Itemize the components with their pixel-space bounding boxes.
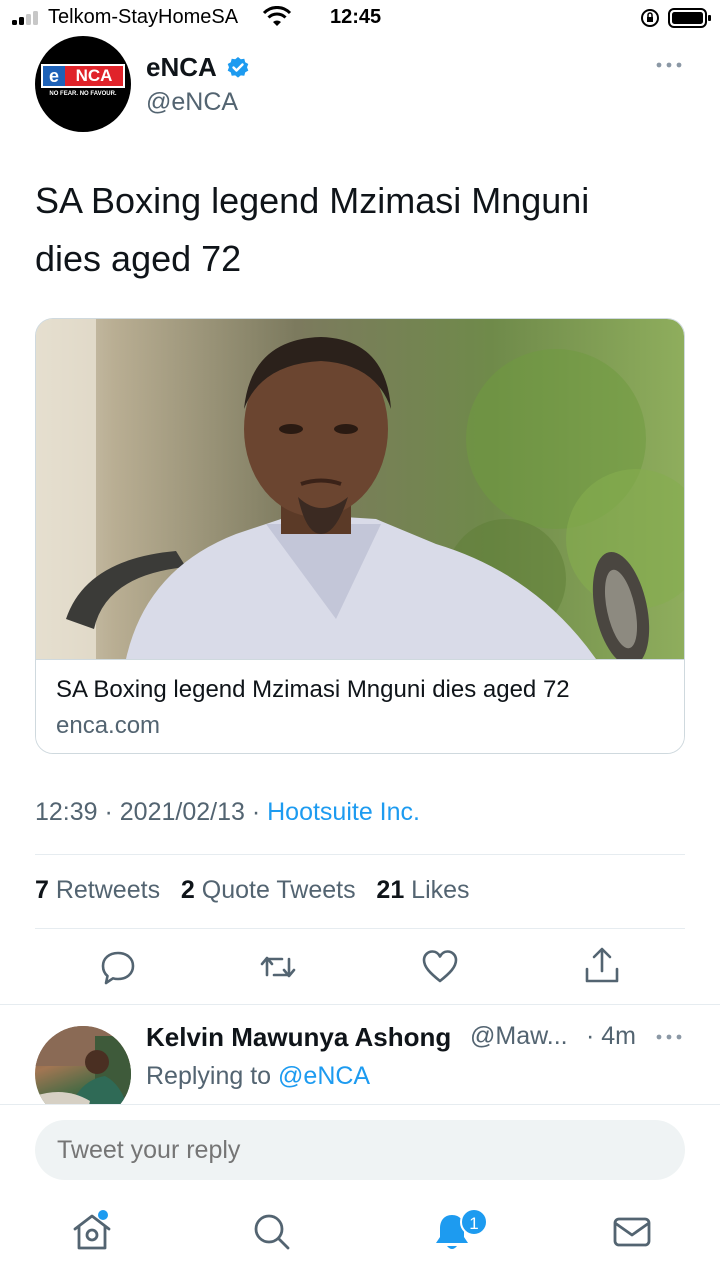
messages-tab-icon[interactable] (610, 1210, 654, 1254)
status-bar: Telkom-StayHomeSA 12:45 (0, 0, 720, 36)
tweet-text-line: dies aged 72 (35, 238, 242, 279)
tweet-source-link[interactable]: Hootsuite Inc. (267, 798, 420, 826)
divider (35, 928, 685, 929)
portrait-photo (36, 319, 684, 666)
retweet-icon[interactable] (258, 945, 298, 989)
wifi-icon (262, 6, 292, 26)
more-options-icon[interactable] (654, 58, 684, 72)
divider (0, 1004, 720, 1005)
engagement-stats: 7 Retweets 2 Quote Tweets 21 Likes (35, 876, 470, 905)
reply-more-options-icon[interactable] (654, 1030, 684, 1044)
battery-icon (668, 8, 711, 28)
tweet-timestamp-line: 12:39 · 2021/02/13 · Hootsuite Inc. (35, 798, 420, 827)
tweet-date: 2021/02/13 (119, 798, 245, 826)
author-display-name[interactable]: eNCA (146, 52, 217, 83)
enca-logo-tagline: NO FEAR. NO FAVOUR. (49, 91, 117, 97)
tweet-time: 12:39 (35, 798, 98, 826)
enca-logo: e NCA (41, 64, 125, 88)
tweet-text: SA Boxing legend Mzimasi Mnguni dies age… (35, 172, 685, 288)
quote-tweets-stat[interactable]: 2 Quote Tweets (181, 876, 356, 904)
reply-input[interactable] (35, 1120, 685, 1180)
author-handle[interactable]: @eNCA (146, 88, 238, 117)
reply-author-handle[interactable]: @Maw... (470, 1022, 568, 1051)
reply-icon[interactable] (98, 945, 138, 989)
notifications-badge: 1 (460, 1208, 488, 1236)
likes-stat[interactable]: 21 Likes (376, 876, 469, 904)
home-new-dot (98, 1210, 108, 1220)
tweet-text-line: SA Boxing legend Mzimasi Mnguni (35, 180, 590, 221)
tweet-actions-bar (0, 945, 720, 993)
search-tab-icon[interactable] (250, 1210, 294, 1254)
meta-separator: · (97, 798, 120, 826)
link-preview-title: SA Boxing legend Mzimasi Mnguni dies age… (56, 676, 570, 703)
replying-to-mention[interactable]: @eNCA (278, 1062, 370, 1090)
status-clock: 12:45 (330, 6, 382, 28)
link-preview-meta: SA Boxing legend Mzimasi Mnguni dies age… (36, 659, 684, 753)
meta-separator: · (244, 798, 268, 826)
link-preview-card[interactable]: SA Boxing legend Mzimasi Mnguni dies age… (35, 318, 685, 754)
replying-to-line: Replying to @eNCA (146, 1062, 371, 1090)
divider (35, 854, 685, 855)
link-preview-image (36, 319, 684, 666)
retweets-stat[interactable]: 7 Retweets (35, 876, 160, 904)
like-heart-icon[interactable] (420, 945, 460, 989)
link-preview-domain: enca.com (56, 712, 161, 739)
reply-author-name[interactable]: Kelvin Mawunya Ashong (146, 1022, 451, 1053)
reply-time: · 4m (586, 1022, 636, 1050)
verified-badge-icon (227, 57, 249, 78)
cellular-signal-icon (12, 11, 40, 25)
carrier-name: Telkom-StayHomeSA (48, 6, 239, 28)
orientation-lock-icon (641, 9, 659, 27)
author-avatar[interactable]: e NCA NO FEAR. NO FAVOUR. (35, 36, 131, 132)
share-icon[interactable] (582, 945, 622, 989)
